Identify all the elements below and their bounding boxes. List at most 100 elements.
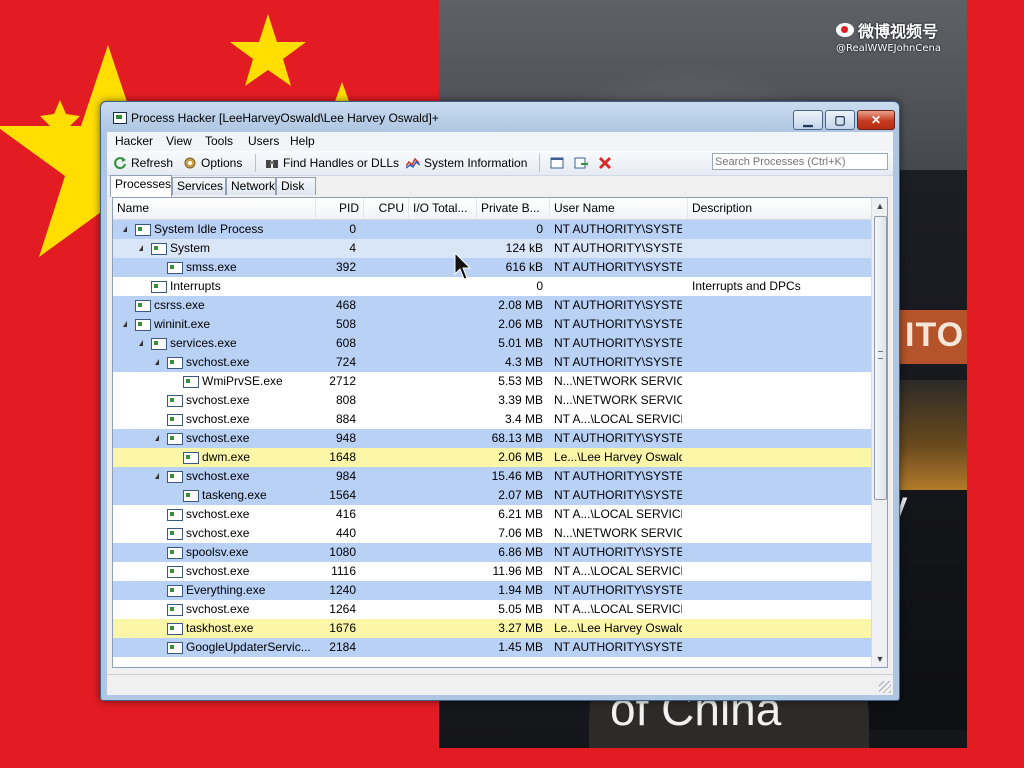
process-row[interactable]: dwm.exe 1648 2.06 MB Le...\Lee Harvey Oswal…	[113, 448, 871, 467]
process-private: 7.06 MB	[498, 526, 543, 540]
menu-bar: Hacker View Tools Users Help	[107, 132, 893, 151]
process-row[interactable]: svchost.exe 440 7.06 MB N...\NETWORK SERVIC…	[113, 524, 871, 543]
column-pid[interactable]: PID	[316, 198, 364, 219]
process-icon	[167, 642, 183, 654]
tab-disk[interactable]: Disk	[276, 177, 316, 195]
expand-triangle-icon[interactable]	[155, 435, 159, 441]
process-row[interactable]: WmiPrvSE.exe 2712 5.53 MB N...\NETWORK SERV…	[113, 372, 871, 391]
process-row[interactable]: taskeng.exe 1564 2.07 MB NT AUTHORITY\SYSTE…	[113, 486, 871, 505]
process-pid	[316, 277, 356, 296]
maximize-button[interactable]: ▢	[825, 110, 855, 130]
process-icon	[167, 547, 183, 559]
process-row[interactable]: wininit.exe 508 2.06 MB NT AUTHORITY\SYSTEM	[113, 315, 871, 334]
expand-triangle-icon[interactable]	[155, 359, 159, 365]
process-row[interactable]: svchost.exe 724 4.3 MB NT AUTHORITY\SYSTEM	[113, 353, 871, 372]
expand-triangle-icon[interactable]	[123, 321, 127, 327]
process-row[interactable]: smss.exe 392 616 kB NT AUTHORITY\SYSTEM	[113, 258, 871, 277]
process-private: 3.4 MB	[504, 412, 543, 426]
expand-triangle-icon[interactable]	[155, 473, 159, 479]
window-icon	[550, 157, 564, 169]
process-rows: System Idle Process 0 0 NT AUTHORITY\SYSTEM…	[113, 220, 871, 657]
process-icon	[167, 528, 183, 540]
process-private: 2.08 MB	[498, 298, 543, 312]
resize-grip-icon[interactable]	[879, 681, 891, 693]
red-x-icon	[598, 156, 612, 170]
column-name[interactable]: Name	[113, 198, 316, 219]
process-icon	[167, 433, 183, 445]
menu-help[interactable]: Help	[290, 134, 315, 148]
refresh-button[interactable]: Refresh	[113, 155, 173, 171]
column-user-name[interactable]: User Name	[550, 198, 688, 219]
tab-network[interactable]: Network	[226, 177, 276, 195]
find-handles-button[interactable]: Find Handles or DLLs	[265, 155, 399, 171]
process-name: csrss.exe	[154, 298, 205, 312]
process-name: System	[170, 241, 211, 255]
process-row[interactable]: taskhost.exe 1676 3.27 MB Le...\Lee Harvey …	[113, 619, 871, 638]
process-row[interactable]: svchost.exe 1116 11.96 MB NT A...\LOCAL SER…	[113, 562, 871, 581]
process-row[interactable]: Interrupts 0 Interrupts and DPCs	[113, 277, 871, 296]
tab-processes[interactable]: Processes	[110, 175, 172, 197]
process-row[interactable]: GoogleUpdaterServic... 2184 1.45 MB NT AUTH…	[113, 638, 871, 657]
process-name: wininit.exe	[154, 317, 211, 331]
menu-hacker[interactable]: Hacker	[115, 134, 153, 148]
process-row[interactable]: System 4 124 kB NT AUTHORITY\SYSTEM	[113, 239, 871, 258]
process-desc	[692, 353, 868, 372]
column-private-bytes[interactable]: Private B...	[477, 198, 550, 219]
process-icon	[151, 281, 167, 293]
terminate-button[interactable]	[598, 155, 612, 171]
column-description[interactable]: Description	[688, 198, 871, 219]
scroll-grip-icon	[878, 351, 883, 359]
weibo-watermark: 微博视频号 @RealWWEJohnCena	[836, 18, 941, 54]
process-row[interactable]: svchost.exe 808 3.39 MB N...\NETWORK SERVIC…	[113, 391, 871, 410]
scroll-up-arrow-icon[interactable]: ▲	[872, 198, 887, 214]
process-name: taskhost.exe	[186, 621, 254, 635]
process-row[interactable]: svchost.exe 1264 5.05 MB NT A...\LOCAL SERV…	[113, 600, 871, 619]
vertical-scrollbar[interactable]: ▲ ▼	[871, 198, 887, 667]
process-user: NT AUTHORITY\SYSTEM	[554, 260, 682, 274]
process-row[interactable]: Everything.exe 1240 1.94 MB NT AUTHORITY\SY…	[113, 581, 871, 600]
process-icon	[167, 509, 183, 521]
menu-users[interactable]: Users	[248, 134, 279, 148]
process-user: NT AUTHORITY\SYSTEM	[554, 469, 682, 483]
column-cpu[interactable]: CPU	[364, 198, 409, 219]
close-button[interactable]: ✕	[857, 110, 895, 130]
process-tree-list[interactable]: Name PID CPU I/O Total... Private B... U…	[112, 197, 888, 668]
tab-services[interactable]: Services	[172, 177, 226, 195]
process-row[interactable]: svchost.exe 416 6.21 MB NT A...\LOCAL SERVI…	[113, 505, 871, 524]
tab-strip: Processes Services Network Disk	[107, 175, 893, 197]
scroll-down-arrow-icon[interactable]: ▼	[872, 651, 887, 667]
system-information-button[interactable]: System Information	[406, 155, 527, 171]
expand-triangle-icon[interactable]	[139, 245, 143, 251]
window-toggle-button[interactable]	[550, 155, 564, 171]
process-row[interactable]: svchost.exe 884 3.4 MB NT A...\LOCAL SERVIC…	[113, 410, 871, 429]
toolbar-separator	[539, 154, 540, 172]
process-row[interactable]: services.exe 608 5.01 MB NT AUTHORITY\SYSTE…	[113, 334, 871, 353]
scroll-thumb[interactable]	[874, 216, 887, 500]
expand-triangle-icon[interactable]	[123, 226, 127, 232]
process-name: svchost.exe	[186, 469, 250, 483]
process-row[interactable]: csrss.exe 468 2.08 MB NT AUTHORITY\SYSTEM	[113, 296, 871, 315]
process-icon	[167, 471, 183, 483]
process-row[interactable]: svchost.exe 984 15.46 MB NT AUTHORITY\SYSTE…	[113, 467, 871, 486]
process-pid: 1676	[329, 621, 356, 635]
minimize-button[interactable]: ▁	[793, 110, 823, 130]
process-row[interactable]: svchost.exe 948 68.13 MB NT AUTHORITY\SYSTE…	[113, 429, 871, 448]
process-user: NT AUTHORITY\SYSTEM	[554, 222, 682, 236]
process-desc	[692, 505, 868, 524]
title-bar[interactable]: Process Hacker [LeeHarveyOswald\Lee Harv…	[101, 102, 899, 132]
process-private: 3.39 MB	[498, 393, 543, 407]
process-row[interactable]: spoolsv.exe 1080 6.86 MB NT AUTHORITY\SYSTE…	[113, 543, 871, 562]
process-user: NT A...\LOCAL SERVICE	[554, 412, 682, 426]
system-info-graph-icon	[406, 157, 420, 169]
process-row[interactable]: System Idle Process 0 0 NT AUTHORITY\SYSTEM	[113, 220, 871, 239]
find-window-button[interactable]	[574, 155, 588, 171]
expand-triangle-icon[interactable]	[139, 340, 143, 346]
process-name: svchost.exe	[186, 507, 250, 521]
options-button[interactable]: Options	[183, 155, 242, 171]
search-processes-input[interactable]	[712, 153, 888, 170]
column-io-total[interactable]: I/O Total...	[409, 198, 477, 219]
refresh-label: Refresh	[131, 156, 174, 170]
menu-tools[interactable]: Tools	[205, 134, 233, 148]
menu-view[interactable]: View	[166, 134, 192, 148]
watermark-brand: 微博视频号	[858, 22, 939, 41]
